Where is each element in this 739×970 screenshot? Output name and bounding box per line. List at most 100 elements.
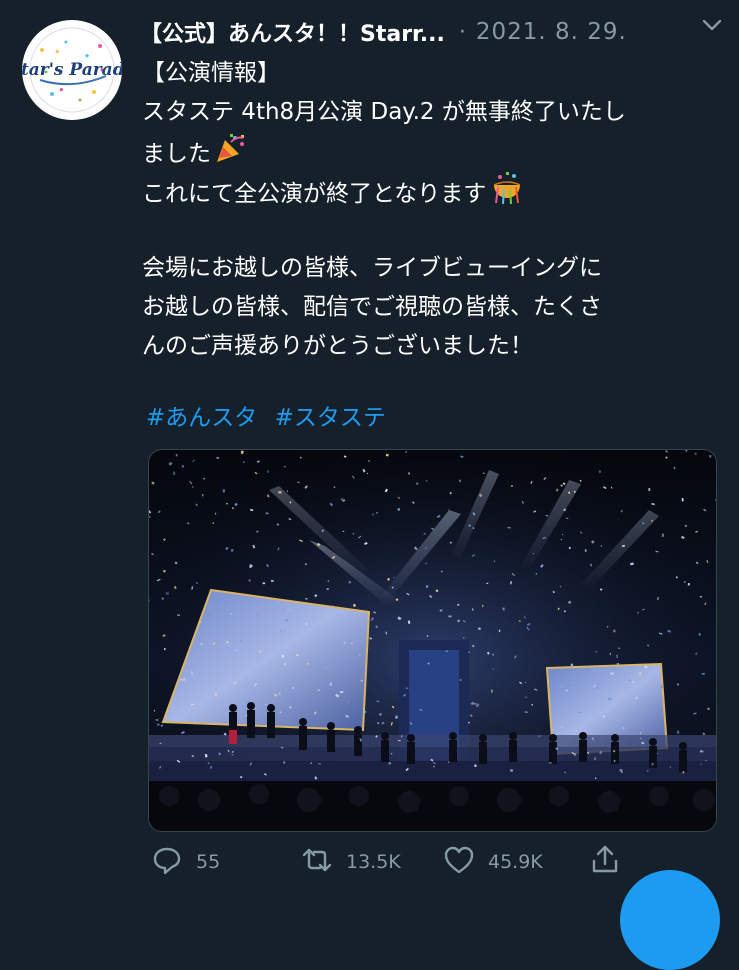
tweet-line: ました <box>142 132 722 171</box>
confetti-piece <box>348 581 351 584</box>
confetti-piece <box>560 586 562 588</box>
more-icon[interactable] <box>697 10 727 40</box>
confetti-piece <box>629 679 631 681</box>
confetti-piece <box>596 711 597 712</box>
confetti-piece <box>448 615 451 617</box>
confetti-piece <box>574 491 576 493</box>
confetti-piece <box>561 685 564 686</box>
confetti-piece <box>163 570 166 573</box>
confetti-piece <box>293 653 295 654</box>
confetti-piece <box>556 748 558 750</box>
tweet-line: 会場にお越しの皆様、ライブビューイングに <box>142 249 722 288</box>
confetti-piece <box>503 608 505 611</box>
compose-tweet-button[interactable] <box>620 870 720 970</box>
confetti-piece <box>468 652 469 653</box>
confetti-piece <box>630 563 634 566</box>
confetti-piece <box>682 498 684 501</box>
avatar[interactable]: Star's Parade <box>22 20 122 120</box>
confetti-piece <box>157 724 160 726</box>
confetti-piece <box>287 490 288 492</box>
confetti-piece <box>278 491 281 493</box>
confetti-piece <box>151 482 154 485</box>
confetti-piece <box>343 531 345 532</box>
like-count: 45.9K <box>488 851 543 873</box>
confetti-piece <box>610 653 611 655</box>
tweet-date[interactable]: 2021. 8. 29. <box>476 19 627 45</box>
confetti-piece <box>608 698 611 700</box>
confetti-piece <box>325 667 328 670</box>
header-separator: · <box>459 20 466 45</box>
confetti-piece <box>566 690 568 691</box>
author-name[interactable]: 【公式】あんスタ！！Starr... <box>140 16 445 48</box>
tweet-line: スタステ 4th8月公演 Day.2 が無事終了いたし <box>142 93 722 132</box>
confetti-piece <box>450 492 452 494</box>
confetti-piece <box>305 598 307 600</box>
confetti-piece <box>408 472 410 474</box>
confetti-piece <box>639 672 641 675</box>
avatar-logo-text: Star's Parade <box>22 60 122 80</box>
confetti-piece <box>398 508 400 510</box>
confetti-piece <box>507 527 510 529</box>
confetti-piece <box>271 580 274 582</box>
reply-icon <box>150 843 184 881</box>
hashtag-link[interactable]: #あんスタ <box>146 405 257 431</box>
confetti-piece <box>205 754 208 757</box>
confetti-piece <box>599 470 601 472</box>
confetti-piece <box>249 579 251 581</box>
hashtag-link[interactable]: #スタステ <box>275 405 386 431</box>
confetti-piece <box>585 549 587 552</box>
tweet-line: 【公演情報】 <box>142 54 722 93</box>
tweet-line: んのご声援ありがとうございました！ <box>142 327 722 366</box>
confetti-piece <box>191 704 194 705</box>
confetti-piece <box>617 663 620 665</box>
confetti-piece <box>406 688 408 689</box>
confetti-piece <box>632 681 633 682</box>
tweet-photo[interactable] <box>148 449 717 832</box>
confetti-piece <box>330 683 332 686</box>
confetti-piece <box>499 630 500 632</box>
tweet-line: お越しの皆様、配信でご視聴の皆様、たくさ <box>142 288 722 327</box>
confetti-piece <box>393 577 394 578</box>
share-icon <box>588 843 622 881</box>
confetti-piece <box>164 648 166 650</box>
confetti-piece <box>536 573 537 575</box>
confetti-piece <box>215 513 216 515</box>
confetti-piece <box>182 678 185 681</box>
confetti-piece <box>367 473 368 474</box>
confetti-piece <box>483 473 485 474</box>
confetti-ball-icon <box>488 171 526 218</box>
like-button[interactable]: 45.9K <box>442 842 543 882</box>
retweet-button[interactable]: 13.5K <box>300 842 401 882</box>
confetti-piece <box>361 680 363 682</box>
share-button[interactable] <box>588 842 622 882</box>
confetti-piece <box>364 671 367 672</box>
heart-icon <box>442 843 476 881</box>
confetti-piece <box>695 453 697 455</box>
tweet-text: 【公演情報】 スタステ 4th8月公演 Day.2 が無事終了いたし ました こ… <box>142 54 722 366</box>
confetti-piece <box>474 765 477 767</box>
confetti-piece <box>661 686 663 688</box>
confetti-piece <box>408 621 410 624</box>
confetti-piece <box>570 664 573 667</box>
retweet-icon <box>300 843 334 881</box>
reply-button[interactable]: 55 <box>150 842 220 882</box>
stars-parade-logo: Star's Parade <box>22 20 122 120</box>
confetti-piece <box>156 719 159 721</box>
concert-stage-image <box>149 450 716 831</box>
confetti-piece <box>688 583 690 585</box>
tweet-header: 【公式】あんスタ！！Starr... · 2021. 8. 29. <box>140 14 730 50</box>
hashtags: #あんスタ #スタステ <box>146 398 396 432</box>
confetti-piece <box>290 501 292 503</box>
confetti-piece <box>651 520 653 522</box>
confetti-piece <box>648 488 650 491</box>
confetti-piece <box>450 542 452 544</box>
confetti-piece <box>328 580 329 581</box>
confetti-piece <box>600 589 602 591</box>
confetti-piece <box>677 731 679 734</box>
confetti-piece <box>590 564 592 567</box>
confetti-piece <box>202 494 203 496</box>
confetti-piece <box>284 466 286 467</box>
tweet-line-text: これにて全公演が終了となります <box>142 181 486 207</box>
confetti-piece <box>702 673 705 675</box>
confetti-piece <box>318 763 321 764</box>
